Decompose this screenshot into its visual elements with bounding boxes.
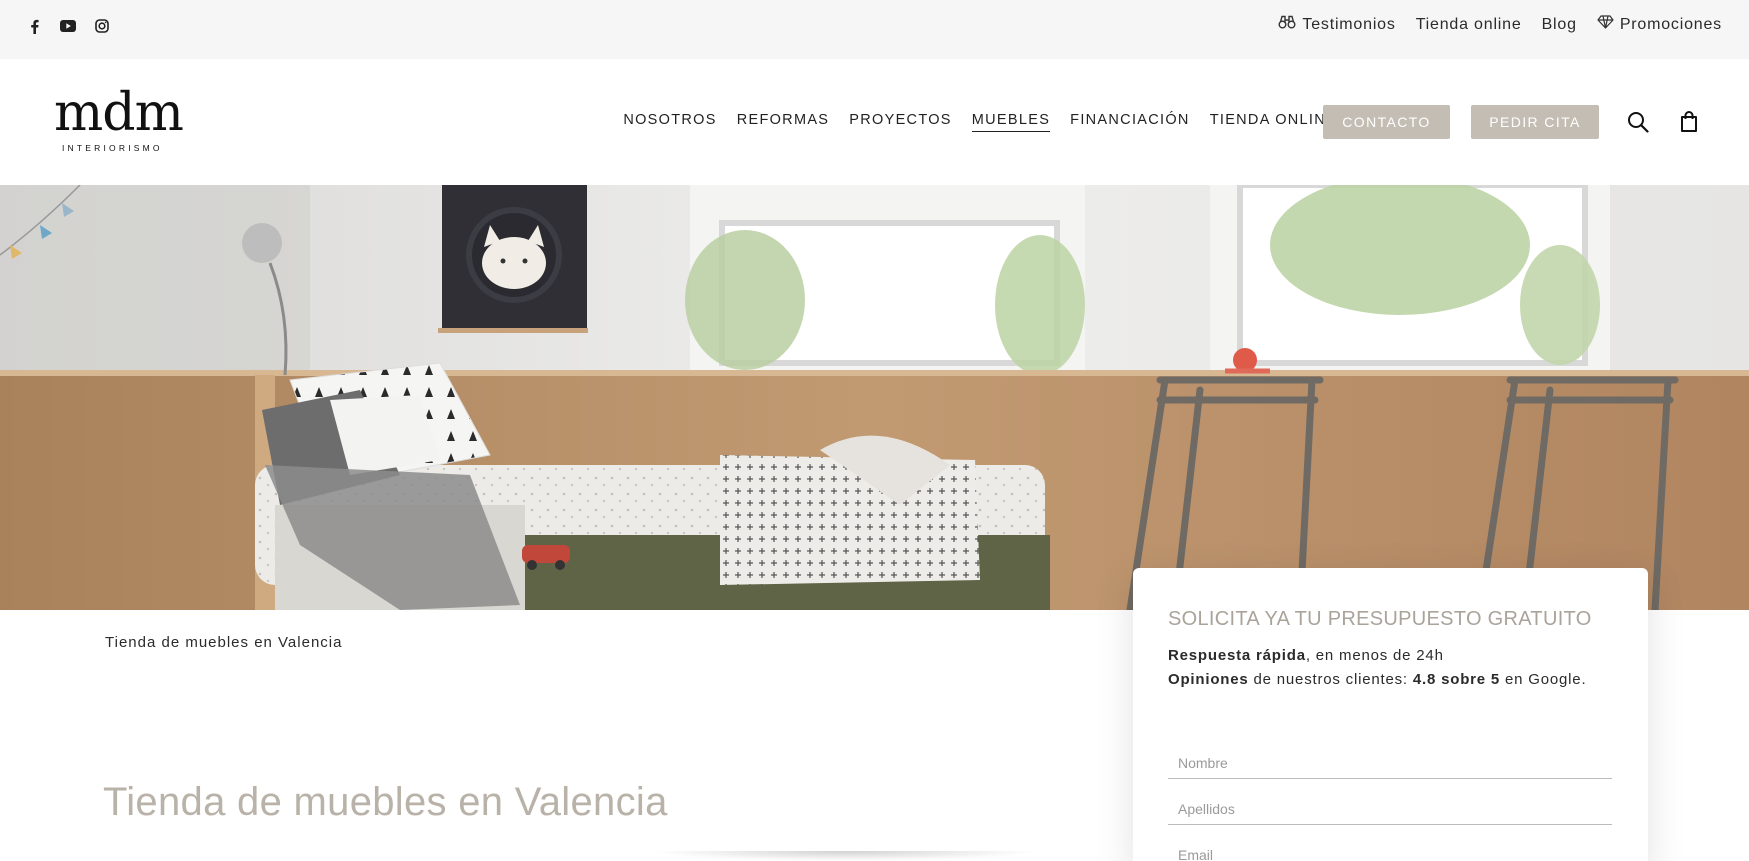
blog-label: Blog [1541,15,1577,33]
nav-item-financiacion[interactable]: FINANCIACIÓN [1070,112,1190,132]
contacto-button[interactable]: CONTACTO [1323,105,1450,139]
content-shadow [650,851,1040,861]
apellidos-field [1168,779,1612,825]
breadcrumb: Tienda de muebles en Valencia [105,634,343,651]
facebook-icon[interactable] [26,18,42,34]
search-icon[interactable] [1627,111,1649,133]
promociones-label: Promociones [1619,15,1722,33]
reviews-rest: en Google. [1500,671,1587,688]
response-bold: Respuesta rápida [1168,647,1306,664]
reviews-rating: 4.8 sobre 5 [1412,671,1501,688]
quote-form-card: SOLICITA YA TU PRESUPUESTO GRATUITO Resp… [1133,568,1648,861]
utility-nav: Testimonios Tienda online Blog Promocion… [1278,15,1722,34]
reviews-bold: Opiniones [1168,671,1249,688]
hero-image [0,185,1749,610]
top-utility-bar: Testimonios Tienda online Blog Promocion… [0,0,1749,59]
nav-item-nosotros[interactable]: NOSOTROS [623,112,716,132]
response-rest: , en menos de 24h [1305,647,1444,664]
nombre-input[interactable] [1168,733,1612,778]
quote-line-response: Respuesta rápida, en menos de 24h [1168,644,1608,668]
tienda-online-link[interactable]: Tienda online [1416,16,1522,34]
main-header: mdm INTERIORISMO NOSOTROS REFORMAS PROYE… [0,59,1749,185]
testimonios-label: Testimonios [1302,15,1396,33]
youtube-icon[interactable] [60,18,76,34]
diamond-icon [1597,15,1614,34]
reviews-mid: de nuestros clientes: [1248,671,1413,688]
promociones-link[interactable]: Promociones [1597,15,1722,34]
shopping-bag-icon[interactable] [1679,111,1701,133]
tienda-online-label: Tienda online [1415,15,1522,33]
quote-form-title: SOLICITA YA TU PRESUPUESTO GRATUITO [1168,608,1592,630]
email-field [1168,825,1612,861]
social-links [26,18,110,34]
nav-item-reformas[interactable]: REFORMAS [737,112,830,132]
quote-form-description: Respuesta rápida, en menos de 24h Opinio… [1168,644,1608,692]
testimonios-link[interactable]: Testimonios [1278,15,1395,34]
quote-line-reviews: Opiniones de nuestros clientes: 4.8 sobr… [1168,668,1608,692]
apellidos-input[interactable] [1168,779,1612,824]
logo-tagline: INTERIORISMO [62,143,163,153]
hero-illustration [0,185,1749,610]
nav-item-proyectos[interactable]: PROYECTOS [849,112,951,132]
blog-link[interactable]: Blog [1542,16,1577,34]
email-input[interactable] [1168,825,1612,861]
primary-nav: NOSOTROS REFORMAS PROYECTOS MUEBLES FINA… [623,112,1337,132]
nombre-field [1168,733,1612,779]
pedir-cita-button[interactable]: PEDIR CITA [1471,105,1599,139]
site-logo[interactable]: mdm INTERIORISMO [54,83,194,159]
nav-item-tienda-online[interactable]: TIENDA ONLINE [1210,112,1337,132]
binoculars-icon [1278,15,1296,34]
nav-item-muebles[interactable]: MUEBLES [971,112,1051,132]
page-title: Tienda de muebles en Valencia [103,780,668,824]
logo-wordmark: mdm [54,83,184,143]
instagram-icon[interactable] [94,18,110,34]
